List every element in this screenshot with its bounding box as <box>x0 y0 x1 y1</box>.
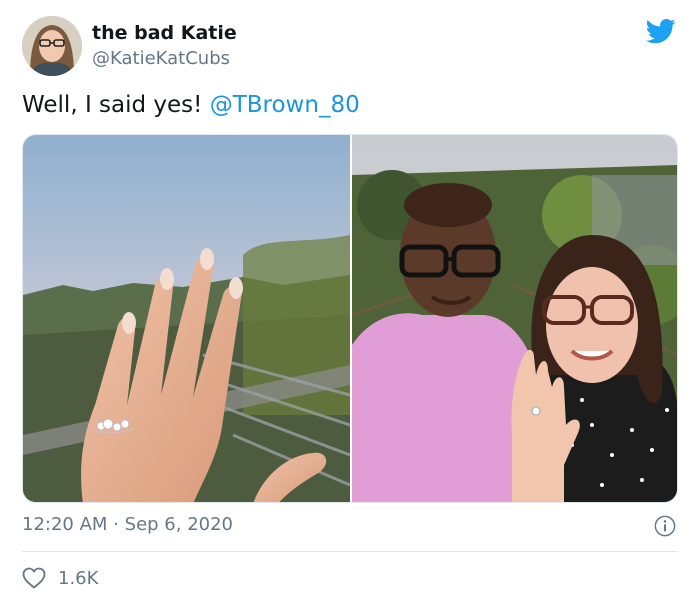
media-grid <box>22 134 678 503</box>
info-icon[interactable] <box>654 515 676 537</box>
display-name[interactable]: the bad Katie <box>92 22 237 44</box>
timestamp-separator: · <box>113 514 119 535</box>
tweet-timestamp[interactable]: 12:20 AM · Sep 6, 2020 <box>22 514 233 535</box>
heart-icon <box>22 567 46 589</box>
mention-link[interactable]: @TBrown_80 <box>210 92 360 118</box>
tweet-card: the bad Katie @KatieKatCubs Well, I said… <box>0 0 700 606</box>
avatar[interactable] <box>22 16 82 76</box>
ring-hand-photo[interactable] <box>23 135 350 503</box>
couple-photo[interactable] <box>352 135 678 503</box>
divider <box>22 551 678 552</box>
tweet-text: Well, I said yes! @TBrown_80 <box>22 92 360 118</box>
twitter-bird-icon[interactable] <box>644 16 678 46</box>
tweet-time[interactable]: 12:20 AM <box>22 514 107 535</box>
tweet-body: Well, I said yes! <box>22 92 203 118</box>
like-button[interactable]: 1.6K <box>22 566 98 590</box>
user-handle[interactable]: @KatieKatCubs <box>92 48 230 69</box>
tweet-date[interactable]: Sep 6, 2020 <box>125 514 233 535</box>
like-count: 1.6K <box>58 567 99 589</box>
